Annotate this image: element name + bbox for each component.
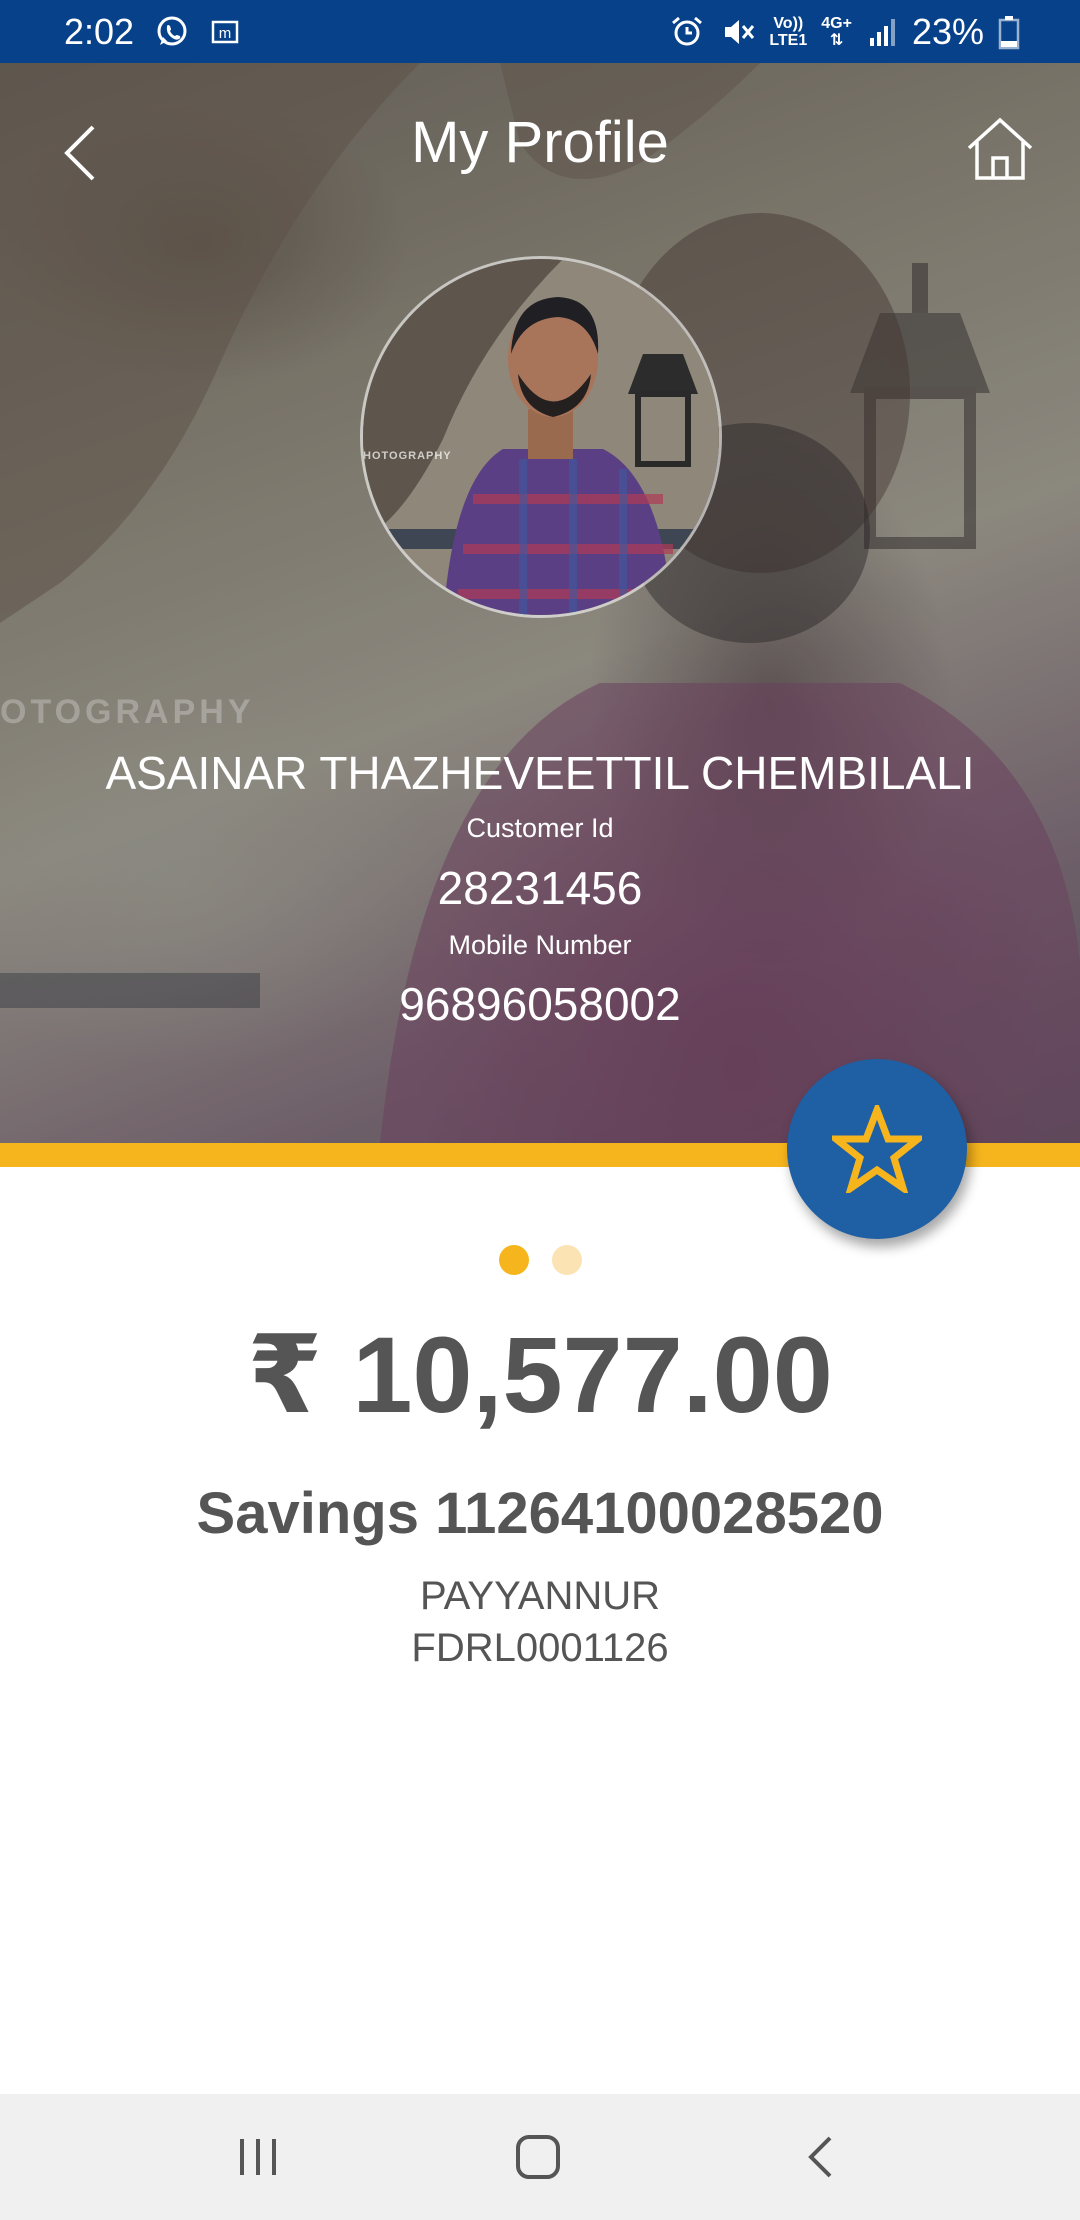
page-indicator — [0, 1245, 1080, 1275]
volte-indicator: Vo)) LTE1 — [769, 14, 808, 49]
battery-percent: 23% — [911, 10, 984, 52]
alarm-icon — [669, 14, 705, 50]
home-button[interactable] — [960, 109, 1040, 189]
mobile-number-value: 96896058002 — [399, 978, 681, 1030]
svg-text:m: m — [219, 25, 232, 42]
customer-id-value: 28231456 — [437, 862, 643, 914]
system-nav-bar — [0, 2094, 1080, 2220]
back-icon — [808, 2136, 832, 2178]
recents-icon — [240, 2139, 276, 2175]
recents-button[interactable] — [188, 2094, 328, 2220]
account-balance: ₹ 10,577.00 — [247, 1314, 833, 1435]
profile-header: OTOGRAPHY My Profile HOTOGRAPHY ASAINAR … — [0, 63, 1080, 1143]
home-icon — [967, 117, 1033, 180]
favorite-button[interactable] — [787, 1059, 967, 1239]
page-dot-1[interactable] — [498, 1245, 529, 1275]
ifsc-code: FDRL0001126 — [411, 1626, 669, 1670]
star-icon — [832, 1105, 922, 1193]
account-type-number: Savings 11264100028520 — [196, 1481, 884, 1546]
avatar: HOTOGRAPHY — [360, 256, 722, 618]
message-app-icon: m — [210, 17, 240, 47]
page-dot-2[interactable] — [551, 1245, 582, 1275]
battery-icon — [998, 14, 1020, 50]
branch-name: PAYYANNUR — [419, 1574, 661, 1618]
whatsapp-icon — [154, 14, 190, 50]
customer-id-label: Customer Id — [466, 813, 614, 843]
status-bar: 2:02 m Vo)) LTE1 4G+ ⇅ 23% — [0, 0, 1080, 63]
customer-name: ASAINAR THAZHEVEETTIL CHEMBILALI — [105, 747, 975, 799]
status-time: 2:02 — [64, 10, 135, 52]
mute-icon — [719, 14, 755, 50]
signal-icon — [866, 16, 898, 48]
profile-photo: HOTOGRAPHY — [363, 259, 719, 615]
data-indicator: 4G+ ⇅ — [821, 14, 852, 49]
svg-text:HOTOGRAPHY: HOTOGRAPHY — [363, 450, 452, 462]
home-square-icon — [516, 2135, 560, 2179]
system-back-button[interactable] — [750, 2094, 890, 2220]
page-title: My Profile — [411, 110, 669, 175]
mobile-number-label: Mobile Number — [448, 930, 632, 960]
system-home-button[interactable] — [468, 2094, 608, 2220]
